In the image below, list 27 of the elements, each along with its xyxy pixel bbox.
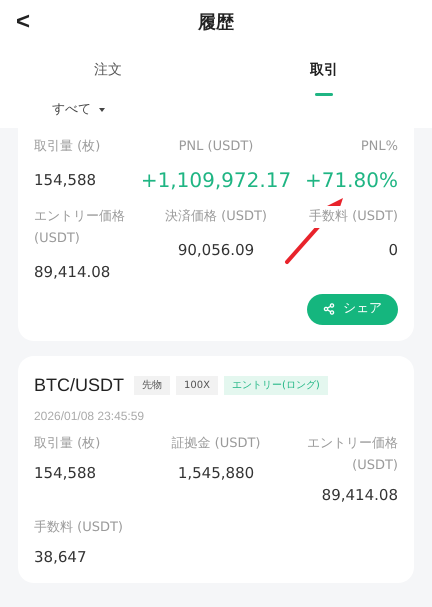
field-value: 154,588 [34,170,96,190]
tag: エントリー(ロング) [224,376,328,394]
field-value: +1,109,972.17 [140,166,292,194]
field-label: 証拠金 (USDT) [171,434,260,452]
tag: 100X [176,376,218,394]
field-value: +71.80% [304,166,398,194]
tab[interactable]: 取引 [216,52,432,96]
field-value: 0 [388,240,398,260]
share-icon [323,303,335,315]
timestamp: 2026/01/08 23:45:59 [34,408,146,424]
field-label: エントリー価格 (USDT) [306,434,398,474]
field-value: 1,545,880 [178,462,254,484]
field-label: 手数料 (USDT) [34,518,123,536]
field-label: 取引量 (枚) [34,434,100,452]
page-title: 履歴 [198,10,234,34]
filter-dropdown[interactable]: すべて [52,100,105,120]
field-value: 89,414.08 [322,484,398,506]
field-label: 手数料 (USDT) [309,206,398,228]
field-value: 89,414.08 [34,262,110,282]
field-value: 154,588 [34,462,96,484]
tab[interactable]: 注文 [0,52,216,96]
field-value: 90,056.09 [178,240,254,260]
trading-pair: BTC/USDT [34,374,124,396]
back-button[interactable]: < [16,8,30,36]
field-value: 38,647 [34,546,86,568]
tag: 先物 [134,376,170,394]
caret-icon [99,108,105,112]
